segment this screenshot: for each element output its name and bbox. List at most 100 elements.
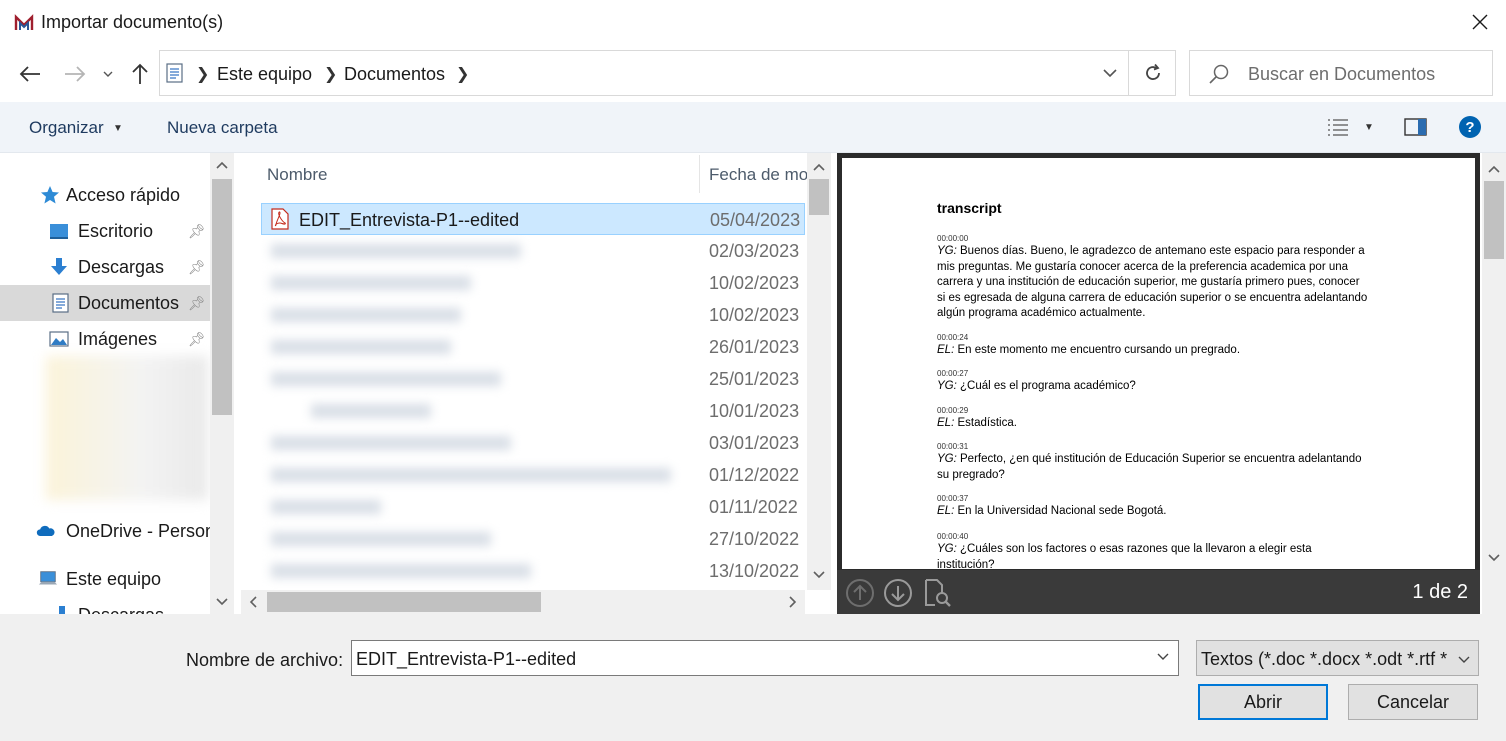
timestamp: 00:00:37 [937, 494, 969, 503]
scroll-up-icon[interactable] [1482, 157, 1506, 181]
transcript-line: Buenos días. Bueno, le agradezco de ante… [956, 245, 1365, 257]
column-header-name[interactable]: Nombre [267, 165, 327, 185]
nav-documents[interactable]: Documentos 📌︎ [0, 285, 210, 321]
scroll-down-icon[interactable] [210, 590, 234, 614]
table-row[interactable]: 13/10/2022 [261, 555, 805, 587]
transcript-entry: 00:00:40 YG: ¿Cuáles son los factores o … [937, 532, 1377, 569]
pin-icon[interactable]: 📌︎ [188, 295, 206, 312]
table-row[interactable]: 27/10/2022 [261, 523, 805, 555]
nav-downloads[interactable]: Descargas 📌︎ [0, 249, 210, 285]
breadcrumb-this-pc[interactable]: Este equipo [217, 64, 312, 85]
breadcrumb-documents[interactable]: Documentos [344, 64, 445, 85]
nav-this-pc-downloads[interactable]: Descargas [0, 597, 210, 614]
nav-scrollbar[interactable] [210, 153, 234, 614]
file-date: 10/02/2023 [709, 305, 800, 325]
nav-onedrive[interactable]: OneDrive - Person [0, 513, 215, 549]
scroll-thumb[interactable] [1484, 181, 1504, 259]
breadcrumb-separator[interactable]: ❯ [196, 64, 209, 84]
help-button[interactable]: ? [1458, 115, 1482, 139]
breadcrumb-separator[interactable]: ❯ [456, 64, 469, 84]
address-history-dropdown[interactable] [1090, 51, 1130, 95]
transcript-line: algún programa académico actualmente. [937, 307, 1146, 319]
scroll-thumb[interactable] [212, 179, 232, 415]
scroll-up-icon[interactable] [807, 155, 831, 179]
nav-pictures[interactable]: Imágenes 📌︎ [0, 321, 210, 357]
table-row[interactable]: 10/02/2023 [261, 299, 805, 331]
organize-button[interactable]: Organizar [29, 118, 104, 138]
preview-pane-icon [1404, 118, 1427, 136]
transcript-line: mis preguntas. Me gustaría conocer acerc… [937, 260, 1349, 273]
nav-label: Este equipo [66, 569, 162, 589]
new-folder-button[interactable]: Nueva carpeta [167, 118, 278, 138]
forward-button[interactable] [62, 60, 88, 88]
speaker-label: YG: [937, 380, 957, 392]
up-button[interactable] [127, 60, 153, 88]
desktop-folder-icon [50, 224, 68, 239]
column-header-date[interactable]: Fecha de mo [709, 165, 808, 185]
recent-locations-button[interactable] [97, 60, 119, 88]
pin-icon[interactable]: 📌︎ [188, 331, 206, 348]
up-arrow-icon [132, 63, 148, 84]
cancel-button[interactable]: Cancelar [1348, 684, 1478, 720]
file-type-select[interactable]: Textos (*.doc *.docx *.odt *.rtf * [1196, 640, 1479, 676]
table-row[interactable]: 10/02/2023 [261, 267, 805, 299]
back-button[interactable] [17, 60, 43, 88]
redacted-file-name [271, 532, 491, 546]
redacted-file-name [271, 340, 451, 354]
search-input[interactable] [1248, 61, 1478, 87]
preview-pane-toggle[interactable] [1404, 117, 1428, 137]
scroll-thumb[interactable] [809, 179, 829, 215]
file-date: 10/02/2023 [709, 273, 800, 293]
search-box[interactable] [1189, 50, 1493, 96]
next-page-icon[interactable] [883, 578, 913, 608]
table-row[interactable]: 25/01/2023 [261, 363, 805, 395]
nav-quick-access[interactable]: Acceso rápido [0, 177, 210, 213]
svg-text:?: ? [1465, 119, 1474, 136]
scroll-thumb[interactable] [267, 592, 541, 612]
preview-scrollbar[interactable] [1482, 153, 1506, 614]
view-options-caret-icon[interactable]: ▼ [1364, 122, 1374, 133]
refresh-icon [1145, 63, 1160, 80]
table-row[interactable]: 02/03/2023 [261, 235, 805, 267]
table-row[interactable]: 01/11/2022 [261, 491, 805, 523]
breadcrumb-separator[interactable]: ❯ [324, 64, 337, 84]
nav-desktop[interactable]: Escritorio 📌︎ [0, 213, 210, 249]
scroll-down-icon[interactable] [1482, 546, 1506, 570]
timestamp: 00:00:40 [937, 532, 969, 541]
open-button[interactable]: Abrir [1198, 684, 1328, 720]
find-in-document-icon[interactable] [923, 578, 953, 608]
file-date: 27/10/2022 [709, 529, 800, 549]
pin-icon[interactable]: 📌︎ [188, 259, 206, 276]
mendeley-logo-icon [14, 14, 34, 30]
table-row[interactable]: 26/01/2023 [261, 331, 805, 363]
table-row[interactable]: 10/01/2023 [261, 395, 805, 427]
chevron-down-icon [1458, 656, 1470, 663]
refresh-button[interactable] [1128, 51, 1176, 95]
filename-field[interactable]: EDIT_Entrevista-P1--edited [351, 640, 1179, 676]
scroll-down-icon[interactable] [807, 563, 831, 587]
table-row[interactable]: 01/12/2022 [261, 459, 805, 491]
documents-location-icon [166, 63, 183, 83]
address-row: ❯ Este equipo ❯ Documentos ❯ [0, 46, 1506, 102]
organize-caret-icon[interactable]: ▼ [113, 123, 123, 134]
transcript-line: En este momento me encuentro cursando un… [954, 344, 1241, 356]
scroll-left-icon[interactable] [241, 590, 265, 614]
nav-label: Acceso rápido [66, 185, 181, 205]
scroll-right-icon[interactable] [781, 590, 805, 614]
table-row[interactable]: 03/01/2023 [261, 427, 805, 459]
view-options-button[interactable] [1326, 116, 1350, 138]
previous-page-icon[interactable] [845, 578, 875, 608]
scroll-up-icon[interactable] [210, 153, 234, 177]
document-preview-page: transcript 00:00:00 YG: Buenos días. Bue… [842, 158, 1475, 569]
table-row[interactable]: EDIT_Entrevista-P1--edited 05/04/2023 [261, 203, 805, 235]
file-list-scrollbar[interactable] [807, 153, 831, 590]
filename-history-dropdown[interactable] [1154, 647, 1172, 667]
file-date: 13/10/2022 [709, 561, 800, 581]
close-button[interactable] [1458, 2, 1502, 42]
pin-icon[interactable]: 📌︎ [188, 223, 206, 240]
document-title: transcript [937, 200, 1002, 216]
file-list-hscrollbar[interactable] [241, 590, 805, 614]
nav-this-pc[interactable]: Este equipo [0, 561, 210, 597]
address-bar[interactable]: ❯ Este equipo ❯ Documentos ❯ [159, 50, 1176, 96]
column-divider[interactable] [699, 155, 700, 193]
